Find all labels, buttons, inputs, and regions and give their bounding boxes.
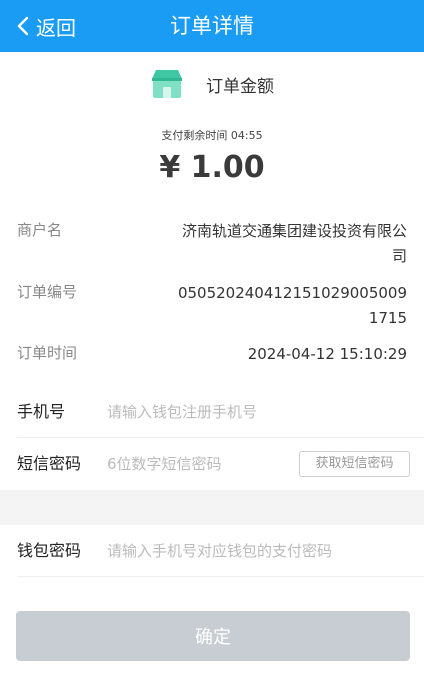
order-number-label: 订单编号 [17, 283, 78, 301]
merchant-label: 商户名 [17, 221, 63, 239]
remaining-time: 支付剩余时间 04:55 [161, 129, 263, 142]
divider [17, 576, 424, 577]
back-label: 返回 [36, 15, 76, 40]
sms-code-input[interactable] [107, 450, 292, 478]
chevron-left-icon [17, 16, 29, 36]
top-bar: 返回 订单详情 [0, 0, 424, 52]
wallet-password-input[interactable] [107, 537, 412, 565]
wallet-password-label: 钱包密码 [17, 541, 82, 560]
sms-row: 短信密码 获取短信密码 [0, 438, 424, 490]
phone-input[interactable] [107, 398, 407, 426]
order-amount: ¥ 1.00 [159, 150, 265, 185]
order-time-value: 2024-04-12 15:10:29 [247, 345, 407, 363]
order-time-label: 订单时间 [17, 344, 78, 362]
merchant-value: 济南轨道交通集团建设投资有限公司 [181, 222, 407, 265]
phone-row: 手机号 [0, 386, 424, 438]
get-sms-code-button[interactable]: 获取短信密码 [299, 451, 410, 477]
order-number-value: 0505202404121510290050091715 [177, 284, 407, 327]
section-gap [0, 490, 424, 525]
back-button[interactable]: 返回 [16, 0, 76, 52]
shop-icon [152, 70, 182, 98]
order-amount-label: 订单金额 [206, 76, 274, 97]
phone-label: 手机号 [17, 402, 66, 421]
order-header: 订单金额 [0, 64, 424, 104]
confirm-button[interactable]: 确定 [16, 611, 410, 661]
wallet-password-row: 钱包密码 [0, 525, 424, 577]
sms-label: 短信密码 [17, 454, 82, 473]
